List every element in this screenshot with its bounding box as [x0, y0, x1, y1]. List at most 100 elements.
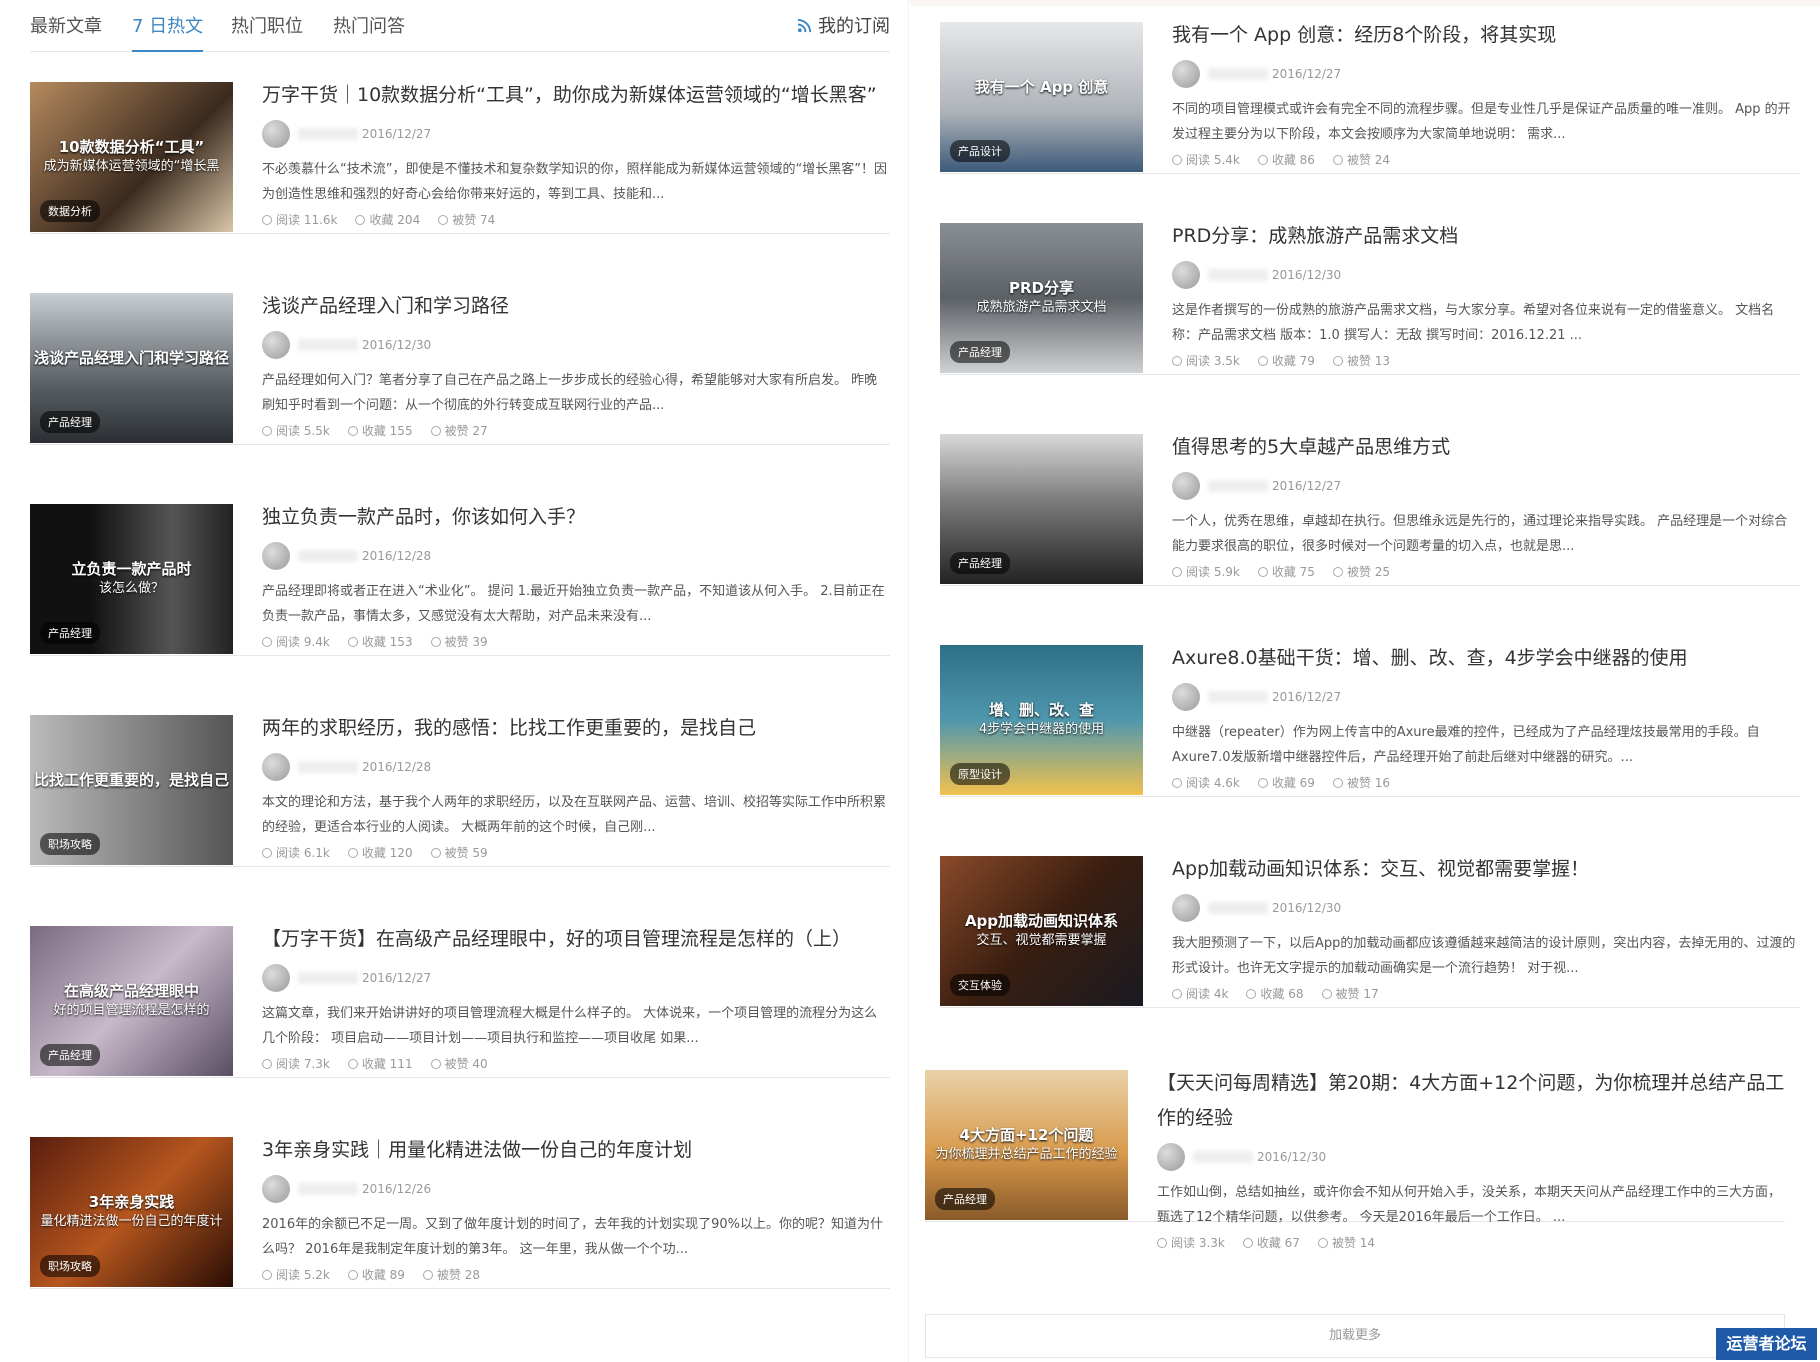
author-avatar[interactable] — [1172, 683, 1200, 711]
author-avatar[interactable] — [1172, 60, 1200, 88]
article-card[interactable]: 在高级产品经理眼中 好的项目管理流程是怎样的 产品经理 【万字干货】在高级产品经理… — [30, 926, 890, 1078]
article-title[interactable]: 两年的求职经历，我的感悟：比找工作更重要的，是找自己 — [262, 711, 890, 746]
article-thumbnail[interactable]: 比找工作更重要的，是找自己 职场攻略 — [30, 715, 233, 865]
favorite-count[interactable]: 收藏 67 — [1242, 1234, 1300, 1251]
article-card[interactable]: 浅谈产品经理入门和学习路径 产品经理 浅谈产品经理入门和学习路径 2016/12… — [30, 293, 890, 445]
author-avatar[interactable] — [262, 120, 290, 148]
tab-7day-hot[interactable]: 7 日热文 — [132, 12, 204, 52]
favorite-count[interactable]: 收藏 89 — [347, 1266, 405, 1283]
author-avatar[interactable] — [262, 331, 290, 359]
favorite-count[interactable]: 收藏 86 — [1257, 151, 1315, 168]
article-title[interactable]: PRD分享：成熟旅游产品需求文档 — [1172, 219, 1800, 254]
category-badge[interactable]: 产品经理 — [40, 1044, 100, 1066]
category-badge[interactable]: 产品经理 — [40, 622, 100, 644]
article-title[interactable]: 【万字干货】在高级产品经理眼中，好的项目管理流程是怎样的（上） — [262, 922, 890, 957]
author-name-blurred[interactable] — [298, 339, 358, 351]
like-count[interactable]: 被赞 40 — [430, 1055, 488, 1072]
author-avatar[interactable] — [262, 542, 290, 570]
author-name-blurred[interactable] — [1193, 1151, 1253, 1163]
article-thumbnail[interactable]: 在高级产品经理眼中 好的项目管理流程是怎样的 产品经理 — [30, 926, 233, 1076]
author-avatar[interactable] — [1172, 472, 1200, 500]
category-badge[interactable]: 职场攻略 — [40, 1255, 100, 1277]
article-thumbnail[interactable]: 10款数据分析“工具” 成为新媒体运营领域的“增长黑 数据分析 — [30, 82, 233, 232]
article-card[interactable]: 比找工作更重要的，是找自己 职场攻略 两年的求职经历，我的感悟：比找工作更重要的… — [30, 715, 890, 867]
favorite-count[interactable]: 收藏 69 — [1257, 774, 1315, 791]
author-avatar[interactable] — [262, 1175, 290, 1203]
category-badge[interactable]: 交互体验 — [950, 974, 1010, 996]
article-thumbnail[interactable]: 浅谈产品经理入门和学习路径 产品经理 — [30, 293, 233, 443]
favorite-count[interactable]: 收藏 155 — [347, 422, 413, 439]
like-count[interactable]: 被赞 39 — [430, 633, 488, 650]
category-badge[interactable]: 产品经理 — [950, 552, 1010, 574]
load-more-button[interactable]: 加载更多 — [925, 1314, 1785, 1358]
author-name-blurred[interactable] — [1208, 691, 1268, 703]
category-badge[interactable]: 数据分析 — [40, 200, 100, 222]
article-title[interactable]: 我有一个 App 创意：经历8个阶段，将其实现 — [1172, 18, 1800, 53]
author-name-blurred[interactable] — [298, 972, 358, 984]
article-card[interactable]: 4大方面+12个问题 为你梳理并总结产品工作的经验 产品经理 【天天问每周精选】第… — [925, 1070, 1785, 1250]
author-name-blurred[interactable] — [1208, 480, 1268, 492]
article-thumbnail[interactable]: 增、删、改、查 4步学会中继器的使用 原型设计 — [940, 645, 1143, 795]
article-card[interactable]: App加载动画知识体系 交互、视觉都需要掌握 交互体验 App加载动画知识体系：交… — [940, 856, 1800, 1008]
article-thumbnail[interactable]: PRD分享 成熟旅游产品需求文档 产品经理 — [940, 223, 1143, 373]
favorite-count[interactable]: 收藏 120 — [347, 844, 413, 861]
article-card[interactable]: 立负责一款产品时 该怎么做？ 产品经理 独立负责一款产品时，你该如何入手？ 201… — [30, 504, 890, 656]
article-title[interactable]: 万字干货｜10款数据分析“工具”，助你成为新媒体运营领域的“增长黑客” — [262, 78, 890, 113]
category-badge[interactable]: 产品经理 — [40, 411, 100, 433]
article-title[interactable]: App加载动画知识体系：交互、视觉都需要掌握！ — [1172, 852, 1800, 887]
like-count[interactable]: 被赞 28 — [422, 1266, 480, 1283]
tab-latest[interactable]: 最新文章 — [30, 12, 102, 38]
author-name-blurred[interactable] — [1208, 902, 1268, 914]
author-avatar[interactable] — [1157, 1143, 1185, 1171]
tab-hot-jobs[interactable]: 热门职位 — [231, 12, 303, 38]
author-name-blurred[interactable] — [298, 1183, 358, 1195]
like-count[interactable]: 被赞 27 — [430, 422, 488, 439]
category-badge[interactable]: 原型设计 — [950, 763, 1010, 785]
like-count[interactable]: 被赞 74 — [438, 211, 495, 228]
article-card[interactable]: 增、删、改、查 4步学会中继器的使用 原型设计 Axure8.0基础干货：增、删、… — [940, 645, 1800, 797]
article-title[interactable]: 浅谈产品经理入门和学习路径 — [262, 289, 890, 324]
favorite-count[interactable]: 收藏 75 — [1257, 563, 1315, 580]
article-title[interactable]: Axure8.0基础干货：增、删、改、查，4步学会中继器的使用 — [1172, 641, 1800, 676]
article-title[interactable]: 独立负责一款产品时，你该如何入手？ — [262, 500, 890, 535]
category-badge[interactable]: 产品设计 — [950, 140, 1010, 162]
article-title[interactable]: 【天天问每周精选】第20期：4大方面+12个问题，为你梳理并总结产品工作的经验 — [1157, 1066, 1785, 1136]
article-title[interactable]: 值得思考的5大卓越产品思维方式 — [1172, 430, 1800, 465]
author-avatar[interactable] — [1172, 894, 1200, 922]
category-badge[interactable]: 职场攻略 — [40, 833, 100, 855]
favorite-count[interactable]: 收藏 68 — [1246, 985, 1304, 1002]
author-name-blurred[interactable] — [1208, 269, 1268, 281]
like-count[interactable]: 被赞 25 — [1332, 563, 1390, 580]
author-name-blurred[interactable] — [298, 128, 358, 140]
like-count[interactable]: 被赞 17 — [1321, 985, 1379, 1002]
category-badge[interactable]: 产品经理 — [950, 341, 1010, 363]
author-avatar[interactable] — [262, 753, 290, 781]
article-card[interactable]: 产品经理 值得思考的5大卓越产品思维方式 2016/12/27 一个人，优秀在思… — [940, 434, 1800, 586]
favorite-count[interactable]: 收藏 79 — [1257, 352, 1315, 369]
author-avatar[interactable] — [262, 964, 290, 992]
tab-hot-qa[interactable]: 热门问答 — [333, 12, 405, 38]
like-count[interactable]: 被赞 16 — [1332, 774, 1390, 791]
author-name-blurred[interactable] — [1208, 68, 1268, 80]
article-card[interactable]: 3年亲身实践 量化精进法做一份自己的年度计 职场攻略 3年亲身实践｜用量化精进法做… — [30, 1137, 890, 1289]
author-name-blurred[interactable] — [298, 550, 358, 562]
article-thumbnail[interactable]: 4大方面+12个问题 为你梳理并总结产品工作的经验 产品经理 — [925, 1070, 1128, 1220]
favorite-count[interactable]: 收藏 111 — [347, 1055, 413, 1072]
favorite-count[interactable]: 收藏 153 — [347, 633, 413, 650]
article-title[interactable]: 3年亲身实践｜用量化精进法做一份自己的年度计划 — [262, 1133, 890, 1168]
subscribe-link[interactable]: 我的订阅 — [797, 12, 890, 38]
like-count[interactable]: 被赞 13 — [1332, 352, 1390, 369]
like-count[interactable]: 被赞 24 — [1332, 151, 1390, 168]
author-name-blurred[interactable] — [298, 761, 358, 773]
article-thumbnail[interactable]: App加载动画知识体系 交互、视觉都需要掌握 交互体验 — [940, 856, 1143, 1006]
category-badge[interactable]: 产品经理 — [935, 1188, 995, 1210]
like-count[interactable]: 被赞 59 — [430, 844, 488, 861]
article-card[interactable]: PRD分享 成熟旅游产品需求文档 产品经理 PRD分享：成熟旅游产品需求文档 20… — [940, 223, 1800, 375]
article-thumbnail[interactable]: 3年亲身实践 量化精进法做一份自己的年度计 职场攻略 — [30, 1137, 233, 1287]
author-avatar[interactable] — [1172, 261, 1200, 289]
article-thumbnail[interactable]: 产品经理 — [940, 434, 1143, 584]
article-thumbnail[interactable]: 我有一个 App 创意 产品设计 — [940, 22, 1143, 172]
article-thumbnail[interactable]: 立负责一款产品时 该怎么做？ 产品经理 — [30, 504, 233, 654]
favorite-count[interactable]: 收藏 204 — [355, 211, 420, 228]
like-count[interactable]: 被赞 14 — [1317, 1234, 1375, 1251]
